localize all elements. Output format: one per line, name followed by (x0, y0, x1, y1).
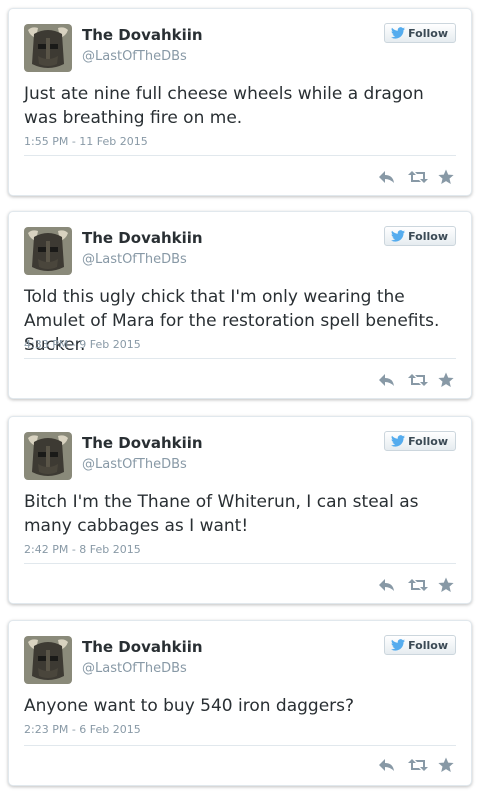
tweet-actions (378, 577, 456, 593)
display-name[interactable]: The Dovahkiin (82, 434, 203, 452)
tweet-text: Just ate nine full cheese wheels while a… (24, 84, 424, 128)
tweet-card: The Dovahkiin @LastOfTheDBs Follow Bitch… (8, 416, 472, 604)
retweet-icon[interactable] (408, 372, 428, 388)
tweet-actions (378, 372, 456, 388)
tweet-actions (378, 757, 456, 773)
favorite-icon[interactable] (438, 169, 456, 185)
user-handle[interactable]: @LastOfTheDBs (82, 661, 187, 676)
reply-icon[interactable] (378, 169, 396, 185)
reply-icon[interactable] (378, 577, 396, 593)
avatar[interactable] (24, 24, 72, 72)
bird-icon (391, 639, 406, 651)
user-handle[interactable]: @LastOfTheDBs (82, 49, 187, 64)
follow-button[interactable]: Follow (384, 431, 456, 451)
follow-label: Follow (408, 26, 448, 40)
divider (24, 358, 456, 359)
avatar[interactable] (24, 432, 72, 480)
follow-button[interactable]: Follow (384, 226, 456, 246)
bird-icon (391, 435, 406, 447)
reply-icon[interactable] (378, 372, 396, 388)
divider (24, 563, 456, 564)
retweet-icon[interactable] (408, 577, 428, 593)
favorite-icon[interactable] (438, 577, 456, 593)
reply-icon[interactable] (378, 757, 396, 773)
timestamp[interactable]: 1:55 PM - 11 Feb 2015 (24, 135, 148, 148)
avatar[interactable] (24, 227, 72, 275)
follow-label: Follow (408, 638, 448, 652)
divider (24, 745, 456, 746)
follow-button[interactable]: Follow (384, 23, 456, 43)
follow-button[interactable]: Follow (384, 635, 456, 655)
timestamp[interactable]: 4:33 PM - 9 Feb 2015 (24, 338, 141, 351)
follow-label: Follow (408, 229, 448, 243)
timestamp[interactable]: 2:23 PM - 6 Feb 2015 (24, 723, 141, 736)
avatar[interactable] (24, 636, 72, 684)
tweet-text: Anyone want to buy 540 iron daggers? (24, 696, 355, 716)
bird-icon (391, 27, 406, 39)
tweet-card: The Dovahkiin @LastOfTheDBs Follow Anyon… (8, 620, 472, 786)
user-handle[interactable]: @LastOfTheDBs (82, 457, 187, 472)
tweet-card: The Dovahkiin @LastOfTheDBs Follow Told … (8, 211, 472, 399)
favorite-icon[interactable] (438, 757, 456, 773)
display-name[interactable]: The Dovahkiin (82, 26, 203, 44)
retweet-icon[interactable] (408, 757, 428, 773)
retweet-icon[interactable] (408, 169, 428, 185)
favorite-icon[interactable] (438, 372, 456, 388)
bird-icon (391, 230, 406, 242)
tweet-text: Bitch I'm the Thane of Whiterun, I can s… (24, 492, 419, 536)
follow-label: Follow (408, 434, 448, 448)
display-name[interactable]: The Dovahkiin (82, 638, 203, 656)
tweet-actions (378, 169, 456, 185)
display-name[interactable]: The Dovahkiin (82, 229, 203, 247)
timestamp[interactable]: 2:42 PM - 8 Feb 2015 (24, 543, 141, 556)
divider (24, 155, 456, 156)
tweet-card: The Dovahkiin @LastOfTheDBs Follow Just … (8, 8, 472, 196)
user-handle[interactable]: @LastOfTheDBs (82, 252, 187, 267)
